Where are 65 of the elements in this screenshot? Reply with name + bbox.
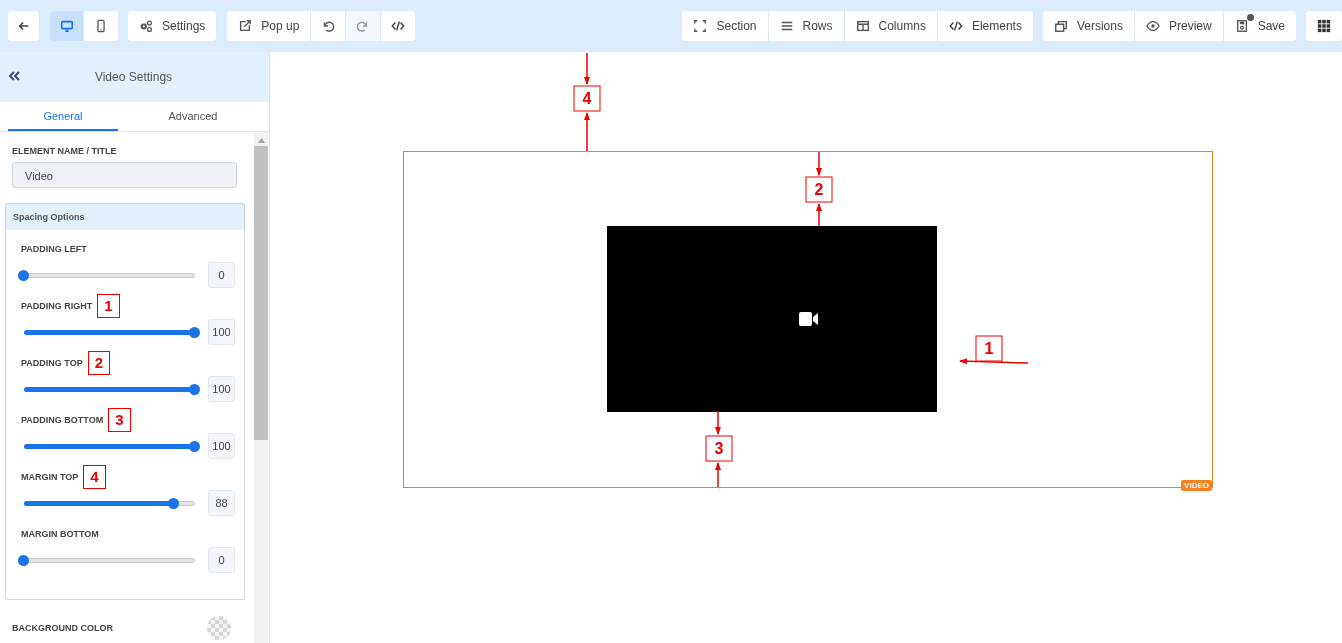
toolbar-button[interactable]: Section [682,11,769,41]
slider-thumb[interactable] [189,326,200,338]
section-icon [693,19,708,33]
field-label: PADDING RIGHT [21,300,93,311]
columns-icon [855,19,870,33]
arrow [715,462,721,488]
field-label: PADDING LEFT [21,243,87,254]
back-button[interactable] [8,11,40,41]
slider-thumb[interactable] [189,383,200,395]
grid-icon [1317,19,1331,33]
versions-icon [1053,19,1068,33]
slider-thumb[interactable] [168,497,180,509]
color-swatch[interactable] [207,616,231,640]
callout-badge: 3 [705,435,733,462]
gears-icon [139,19,153,33]
code-icon [948,19,963,33]
collapse-icon[interactable] [9,71,21,81]
callout-badge: 4 [83,464,106,489]
code-icon [391,19,406,33]
callout-badge: 2 [87,350,111,375]
field-label: PADDING TOP [21,357,83,368]
back-arrow-icon [16,19,31,33]
value-field[interactable]: 0 [208,262,235,288]
arrow [584,112,590,152]
rows-icon [779,19,794,33]
slider-thumb[interactable] [189,440,200,452]
save-icon [1234,19,1249,33]
value-field[interactable]: 0 [208,547,235,573]
value-field[interactable]: 100 [208,319,235,345]
field-label: PADDING BOTTOM [21,414,104,425]
arrow [584,52,590,85]
field-label: MARGIN BOTTOM [21,528,99,539]
scrollbar[interactable] [254,132,268,643]
slider-thumb[interactable] [18,554,29,566]
field-label: BACKGROUND COLOR [12,623,113,633]
field-label: MARGIN TOP [21,471,79,482]
panel-title: Video Settings [94,70,173,84]
callout-badge: 4 [573,85,601,112]
arrow [816,203,822,227]
slider-thumb[interactable] [18,269,29,281]
toolbar-button[interactable]: Versions [1042,11,1135,41]
callout-badge: 1 [97,293,120,318]
callout-badge: 2 [805,176,833,203]
settings-tab[interactable]: General [8,102,118,131]
eye-icon [1145,19,1160,33]
external-link-icon [238,19,253,33]
element-tag: VIDEO [1181,480,1212,491]
callout-badge: 3 [108,407,131,432]
settings-tab[interactable]: Advanced [118,102,268,131]
arrow [715,410,721,435]
desktop-icon [59,19,74,33]
name-field[interactable]: Video [12,162,237,188]
undo-icon [321,19,336,33]
value-field[interactable]: 100 [208,376,235,402]
panel-header: Spacing Options [6,204,244,230]
toolbar-button[interactable]: Settings [128,11,218,41]
toolbar-button[interactable]: Pop up [227,11,312,41]
value-field[interactable]: 88 [208,490,235,516]
video-camera-icon [799,312,819,326]
callout-badge: 1 [975,335,1003,362]
value-field[interactable]: 100 [208,433,235,459]
arrow [816,151,822,176]
device-toggle[interactable] [50,11,84,41]
mobile-icon [94,19,108,33]
field-label: ELEMENT NAME / TITLE [12,146,118,156]
